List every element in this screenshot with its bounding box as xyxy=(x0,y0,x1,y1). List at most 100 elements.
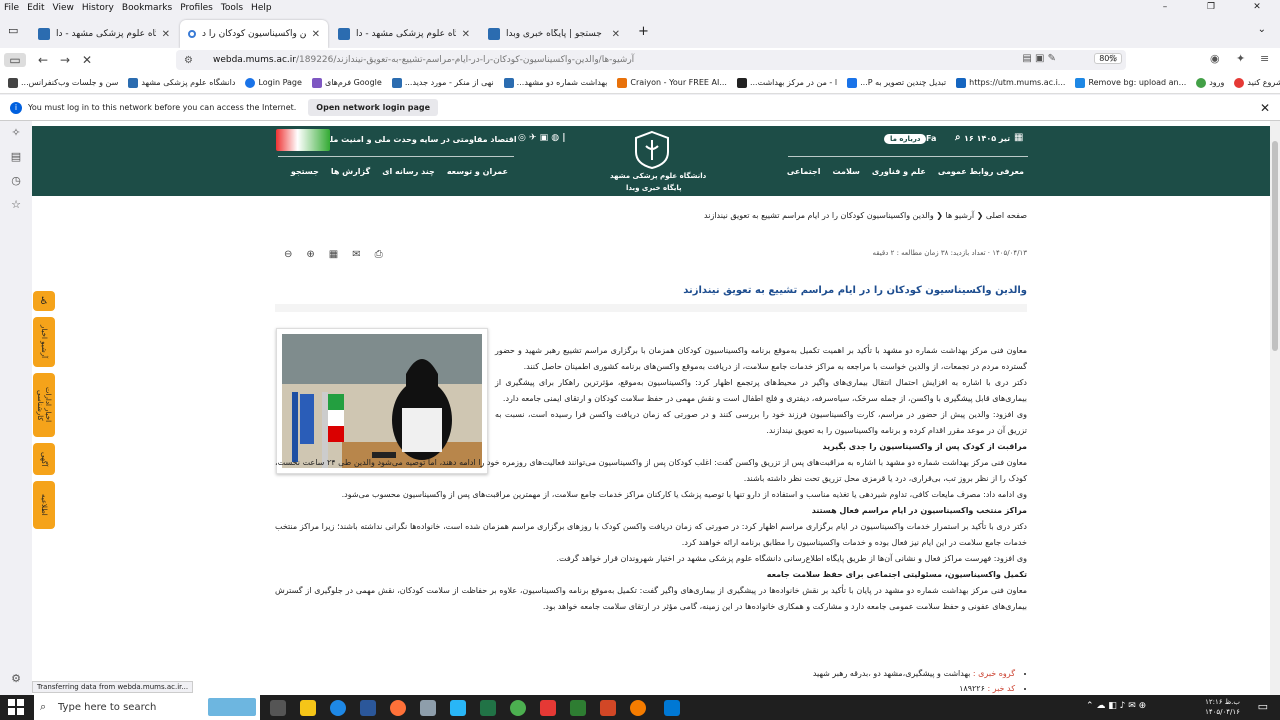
side-tab-ads[interactable]: آگهی xyxy=(33,443,55,475)
maximize-button[interactable]: ❐ xyxy=(1188,0,1234,15)
extensions-icon[interactable]: ✦ xyxy=(1236,52,1245,65)
edge-icon[interactable] xyxy=(330,700,346,716)
system-tray-icons[interactable]: ⌃ ☁ ◧ ♪ ✉ ⊕ xyxy=(1086,701,1146,711)
tab-close-icon[interactable]: ✕ xyxy=(162,29,170,40)
breadcrumb[interactable]: صفحه اصلی ❮ آرشیو ها ❮ والدین واکسیناسیو… xyxy=(704,211,1027,220)
tab-close-icon[interactable]: ✕ xyxy=(612,29,620,40)
search-icon[interactable]: ⌕ xyxy=(955,132,961,143)
settings-gear-icon[interactable]: ⚙ xyxy=(0,667,32,691)
nav-multimedia[interactable]: چند رسانه ای xyxy=(382,167,435,176)
chrome-icon[interactable] xyxy=(510,700,526,716)
taskbar-clock[interactable]: ۱۲:۱۶ ب.ظ ۱۴۰۵/۰۴/۱۶ xyxy=(1205,697,1240,717)
menu-tools[interactable]: Tools xyxy=(217,3,247,13)
bookmark-item[interactable]: https://utm.mums.ac.i... xyxy=(956,77,1065,88)
bookmark-item[interactable]: ...بهداشت شماره دو مشهد xyxy=(503,77,607,88)
bookmark-item[interactable]: Remove bg: upload an... xyxy=(1075,77,1186,88)
bookmarks-icon[interactable]: ☆ xyxy=(0,193,32,217)
word-icon[interactable] xyxy=(360,700,376,716)
stop-loading-button[interactable]: ✕ xyxy=(76,53,98,67)
language-switch[interactable]: Fa xyxy=(926,134,936,143)
nav-health[interactable]: سلامت xyxy=(833,167,860,176)
app-icon[interactable] xyxy=(420,700,436,716)
site-favicon-icon xyxy=(38,28,50,40)
sidebar-toggle-icon[interactable]: ▭ xyxy=(4,53,26,67)
app-menu-icon[interactable]: ≡ xyxy=(1260,52,1269,65)
tab-4[interactable]: جستجو | پایگاه خبری وبدا ✕ xyxy=(480,20,628,48)
bookmark-item[interactable]: پرس آنلاین - (شروع کنید ... xyxy=(1234,77,1280,88)
tab-close-icon[interactable]: ✕ xyxy=(312,29,320,40)
page-scrollbar[interactable] xyxy=(1270,121,1280,695)
telegram-icon[interactable] xyxy=(450,700,466,716)
side-tab-archive[interactable]: آرشیو اخبار xyxy=(33,317,55,367)
about-us-button[interactable]: درباره ما xyxy=(884,134,927,144)
new-tab-button[interactable]: + xyxy=(638,24,649,39)
side-tab-notices[interactable]: اطلاعیه xyxy=(33,481,55,529)
zoom-in-icon[interactable]: ⊕ xyxy=(306,249,314,260)
email-icon[interactable]: ✉ xyxy=(352,249,360,260)
menu-help[interactable]: Help xyxy=(247,3,276,13)
account-icon[interactable]: ◉ xyxy=(1210,52,1220,65)
ai-chat-icon[interactable]: ✧ xyxy=(0,121,32,145)
tab-list-icon[interactable]: ▭ xyxy=(8,24,18,37)
menu-file[interactable]: File xyxy=(0,3,23,13)
tab-3[interactable]: دانشگاه علوم پزشکی مشهد - دا... ✕ xyxy=(330,20,478,48)
page-actions-icon[interactable]: ▤ ▣ ✎ xyxy=(1022,53,1056,64)
bookmark-star-icon[interactable]: ☆ xyxy=(1108,52,1118,65)
list-all-tabs-icon[interactable]: ⌄ xyxy=(1258,24,1266,35)
close-window-button[interactable]: ✕ xyxy=(1234,0,1280,15)
bookmark-item[interactable]: ...P تبدیل چندین تصویر به xyxy=(847,77,946,88)
nav-science-technology[interactable]: علم و فناوری xyxy=(872,167,926,176)
menu-bookmarks[interactable]: Bookmarks xyxy=(118,3,176,13)
file-explorer-icon[interactable] xyxy=(300,700,316,716)
scrollbar-thumb[interactable] xyxy=(1272,141,1278,351)
bookmark-item[interactable]: فرم‌های Google xyxy=(311,77,382,88)
article-title: والدین واکسیناسیون کودکان را در ایام مرا… xyxy=(683,285,1027,296)
nav-search[interactable]: جستجو xyxy=(291,167,319,176)
bookmark-item[interactable]: ورود xyxy=(1196,77,1224,88)
task-view-icon[interactable] xyxy=(270,700,286,716)
synced-tabs-icon[interactable]: ▤ xyxy=(0,145,32,169)
zoom-out-icon[interactable]: ⊖ xyxy=(284,249,292,260)
bookmark-item[interactable]: Login Page xyxy=(245,77,302,88)
menu-profiles[interactable]: Profiles xyxy=(176,3,217,13)
forward-button[interactable]: → xyxy=(54,53,76,67)
history-icon[interactable]: ◷ xyxy=(0,169,32,193)
powerpoint-icon[interactable] xyxy=(600,700,616,716)
nav-reports[interactable]: گزارش ها xyxy=(331,167,370,176)
tab-1[interactable]: دانشگاه علوم پزشکی مشهد - دا... ✕ xyxy=(30,20,178,48)
app-icon[interactable] xyxy=(570,700,586,716)
accessibility-icon[interactable]: ♿ xyxy=(33,291,55,311)
excel-icon[interactable] xyxy=(480,700,496,716)
print-icon[interactable]: ⎙ xyxy=(375,249,383,260)
minimize-button[interactable]: – xyxy=(1142,0,1188,15)
bookmark-item[interactable]: دانشگاه علوم پزشکی مشهد xyxy=(128,77,235,88)
menu-history[interactable]: History xyxy=(78,3,118,13)
open-login-page-button[interactable]: Open network login page xyxy=(308,99,439,116)
acrobat-icon[interactable] xyxy=(540,700,556,716)
address-bar[interactable]: ⚙ webda.mums.ac.ir/آرشیو-ها/والدین-واکسی… xyxy=(176,50,1126,70)
bookmark-item[interactable]: Craiyon - Your FREE AI... xyxy=(617,77,727,88)
windows-start-icon[interactable] xyxy=(8,699,24,715)
taskbar-search-input[interactable]: ⌕ Type here to search xyxy=(34,695,260,720)
site-info-icon[interactable]: ⚙ xyxy=(184,55,193,66)
app-icon[interactable] xyxy=(630,700,646,716)
menu-view[interactable]: View xyxy=(49,3,78,13)
social-icons[interactable]: ◎ ✈ ▣ ◍ | xyxy=(518,133,566,143)
notifications-icon[interactable]: ▭ xyxy=(1258,700,1268,713)
bookmark-item[interactable]: ...ا - من در مرکز بهداشت xyxy=(736,77,837,88)
nav-public-relations[interactable]: معرفی روابط عمومی xyxy=(938,167,1024,176)
firefox-icon[interactable] xyxy=(390,700,406,716)
close-icon[interactable]: ✕ xyxy=(1260,101,1270,115)
tab-2-active[interactable]: والدین واکسیناسیون کودکان را د... ✕ xyxy=(180,20,328,48)
skype-icon[interactable] xyxy=(664,700,680,716)
nav-social[interactable]: اجتماعی xyxy=(787,167,821,176)
qr-code-icon[interactable]: ▦ xyxy=(329,249,338,260)
calendar-icon: ▦ xyxy=(1014,132,1024,143)
menu-edit[interactable]: Edit xyxy=(23,3,48,13)
nav-development[interactable]: عمران و توسعه xyxy=(447,167,508,176)
bookmark-item[interactable]: ...سن و جلسات وب‌کنفرانس xyxy=(8,77,118,88)
side-tab-departments[interactable]: اخبار ادارات کارشناسی xyxy=(33,373,55,437)
tab-close-icon[interactable]: ✕ xyxy=(462,29,470,40)
back-button[interactable]: ← xyxy=(32,53,54,67)
bookmark-item[interactable]: ...نهی از منکر - مورد جدید xyxy=(391,77,494,88)
